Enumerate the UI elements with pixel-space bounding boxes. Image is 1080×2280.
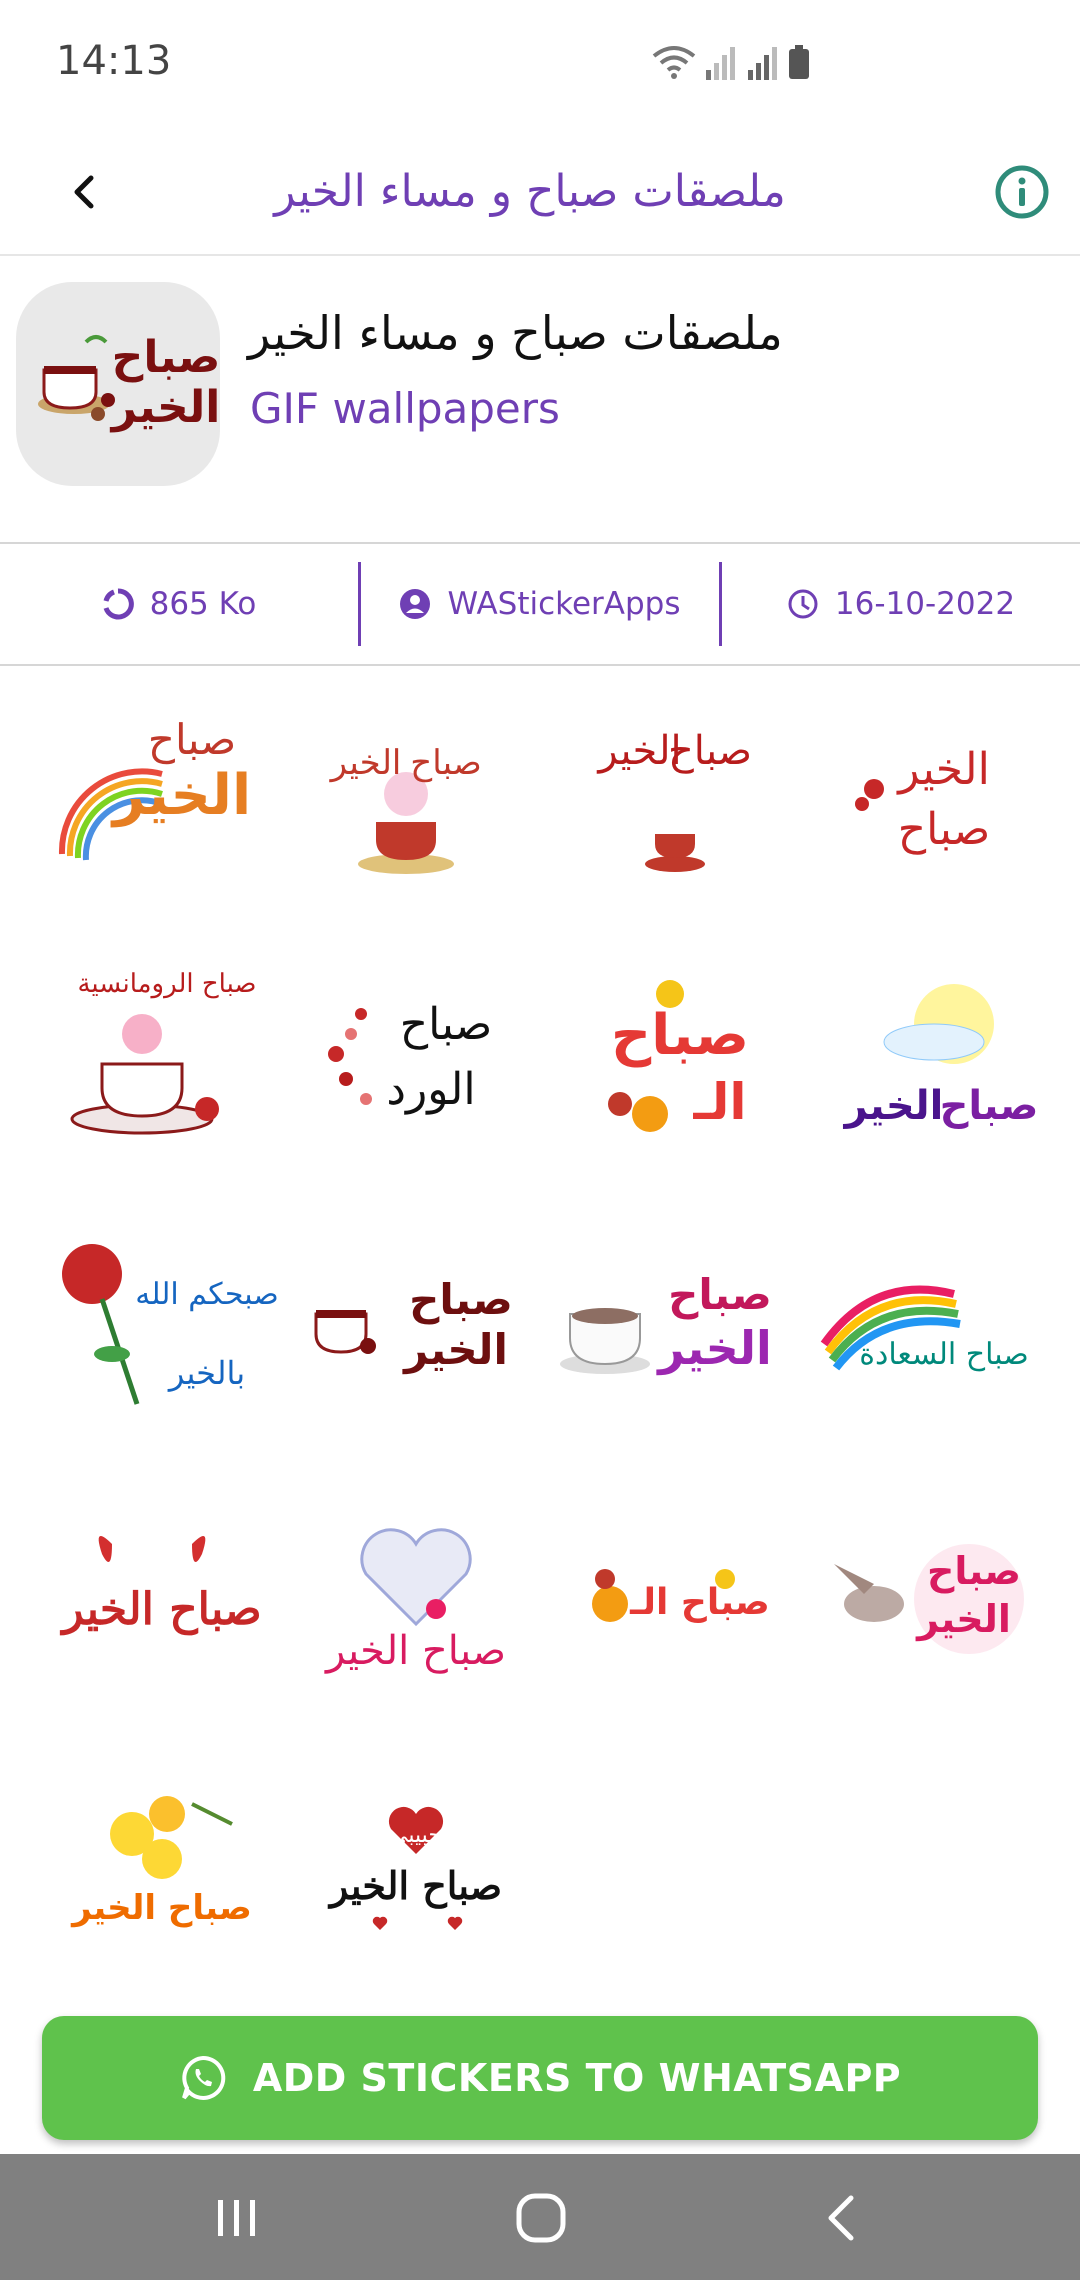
wifi-icon <box>652 46 696 79</box>
sticker-item[interactable]: صباح الخير <box>42 1504 282 1684</box>
sticker-item[interactable]: صباح الخير <box>550 694 790 874</box>
sticker-text: الورد <box>386 1064 475 1115</box>
recent-apps-button[interactable] <box>192 2180 282 2256</box>
sticker-text: صباح الـ <box>629 1582 770 1623</box>
sticker-text: الخير <box>110 763 251 828</box>
sticker-text: حبيبي <box>390 1823 442 1848</box>
sticker-item[interactable]: صباح الخير <box>296 694 536 874</box>
sticker-text: صباح <box>409 1275 513 1324</box>
info-size-text: 865 Ko <box>149 586 257 622</box>
chevron-left-icon <box>74 175 94 209</box>
pack-icon-line1: صباح <box>112 332 220 383</box>
signal-icon <box>748 47 777 80</box>
status-time: 14:13 <box>56 38 172 84</box>
whatsapp-icon <box>181 2055 226 2100</box>
sticker-text: صباح الخير <box>324 1628 506 1674</box>
info-date: 16-10-2022 <box>722 544 1080 664</box>
status-bar: 14:13 <box>0 0 1080 130</box>
sticker-item[interactable]: صباح السعادة <box>804 1234 1044 1414</box>
pack-publisher[interactable]: GIF wallpapers <box>250 384 560 433</box>
sticker-item[interactable]: صباح الخير <box>804 1504 1044 1684</box>
pack-icon: صباح الخير <box>16 282 220 486</box>
info-button[interactable] <box>984 154 1060 230</box>
home-icon <box>516 2193 566 2243</box>
home-button[interactable] <box>496 2180 586 2256</box>
info-icon <box>995 165 1049 219</box>
sticker-text: صباح <box>410 743 481 783</box>
sticker-text: صباح <box>400 999 492 1050</box>
app-bar: ملصقات صباح و مساء الخير <box>0 130 1080 256</box>
sticker-text: صباح <box>668 1270 772 1319</box>
pack-info-row: 865 Ko WAStickerApps 16-10-2022 <box>0 542 1080 666</box>
sticker-text: صباح <box>898 804 990 855</box>
sticker-text: الخير <box>402 1325 508 1375</box>
info-size: 865 Ko <box>0 544 358 664</box>
pack-name: ملصقات صباح و مساء الخير <box>248 306 783 360</box>
sticker-text: بالخير <box>167 1354 245 1392</box>
navigation-bar <box>0 2154 1080 2280</box>
pack-header: صباح الخير ملصقات صباح و مساء الخير GIF … <box>0 256 1080 542</box>
add-button-label: ADD STICKERS TO WHATSAPP <box>252 2056 902 2100</box>
sticker-item[interactable]: صباح الورد <box>296 964 536 1144</box>
sticker-item[interactable]: صباح الخير <box>296 1234 536 1414</box>
sticker-item[interactable]: صباح الخير <box>804 964 1044 1144</box>
signal-weak-icon <box>706 47 735 80</box>
sticker-text: الخير <box>896 744 990 795</box>
info-author-text: WAStickerApps <box>447 586 681 622</box>
info-author: WAStickerApps <box>358 562 722 646</box>
sticker-text: الـ <box>692 1073 746 1131</box>
sticker-item[interactable]: صباح الخير <box>296 1504 536 1684</box>
sticker-item[interactable]: صباح الرومانسية <box>42 964 282 1144</box>
sticker-text: صباح الرومانسية <box>77 969 256 999</box>
account-icon <box>400 589 431 619</box>
sticker-grid: صباح الخير صباح الخير صباح الخير الخير ص… <box>42 664 1046 1954</box>
sticker-text: الخير <box>915 1597 1011 1641</box>
back-button[interactable] <box>50 158 118 226</box>
sticker-text: صباح <box>940 1083 1039 1129</box>
sticker-item[interactable]: صباح الـ <box>550 1504 790 1684</box>
sticker-item[interactable]: صباح الخير <box>42 694 282 874</box>
page-title: ملصقات صباح و مساء الخير <box>274 166 786 217</box>
sticker-item[interactable]: صبحكم الله بالخير <box>42 1234 282 1414</box>
recent-apps-icon <box>218 2200 255 2236</box>
sticker-item[interactable]: صباح الـ <box>550 964 790 1144</box>
add-to-whatsapp-button[interactable]: ADD STICKERS TO WHATSAPP <box>42 2016 1038 2140</box>
sticker-text: صباح السعادة <box>859 1337 1029 1372</box>
clock-icon <box>788 589 818 619</box>
sticker-item[interactable]: صباح الخير <box>42 1774 282 1954</box>
sticker-text: صباح الخير <box>59 1584 261 1636</box>
data-usage-icon <box>103 588 134 620</box>
sticker-text: الخير <box>843 1083 944 1129</box>
sticker-text: صباح <box>927 1549 1021 1593</box>
sticker-text: الخير <box>596 728 681 774</box>
sticker-item[interactable]: حبيبي صباح الخير <box>296 1774 536 1954</box>
sticker-text: صباح <box>148 715 236 765</box>
sticker-item[interactable]: الخير صباح <box>804 694 1044 874</box>
sticker-text: صباح الخير <box>70 1888 252 1928</box>
sticker-text: الخير <box>329 743 402 783</box>
sticker-text: الخير <box>656 1321 772 1375</box>
battery-icon <box>789 45 809 79</box>
sticker-text: صباح <box>611 1003 749 1068</box>
status-icons <box>652 44 810 80</box>
info-date-text: 16-10-2022 <box>834 586 1016 622</box>
sticker-text: صباح الخير <box>327 1863 502 1909</box>
sticker-text: صبحكم الله <box>135 1277 278 1312</box>
pack-icon-line2: الخير <box>110 382 220 433</box>
sticker-item[interactable]: صباح الخير <box>550 1234 790 1414</box>
back-nav-button[interactable] <box>796 2180 886 2256</box>
back-icon <box>828 2195 854 2241</box>
